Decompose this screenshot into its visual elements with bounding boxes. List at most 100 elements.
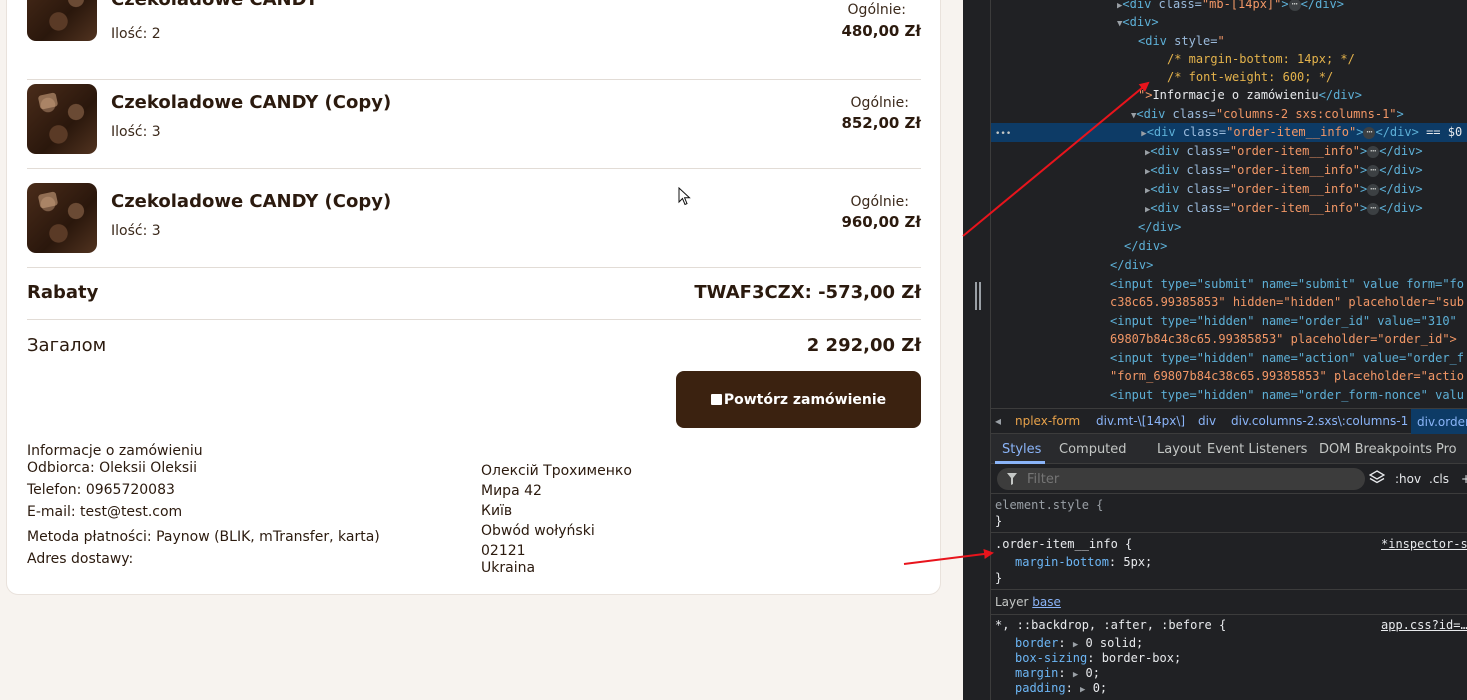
breadcrumb-item[interactable]: div.mt-\[14px\]	[1096, 414, 1185, 428]
email: E-mail: test@test.com	[27, 504, 183, 520]
devtools-splitter[interactable]	[963, 0, 991, 700]
expand-icon[interactable]: ▶	[1080, 685, 1085, 695]
item-title[interactable]: Czekoladowe CANDY (Copy)	[111, 191, 391, 212]
dom-node[interactable]: ">Informacje o zamówieniu</div>	[1138, 86, 1362, 105]
dom-node-selected[interactable]: ••• ▶<div class="order-item__info"> ⋯ </div…	[991, 123, 1467, 142]
item-quantity: Ilość: 2	[111, 26, 161, 42]
universal-selector[interactable]: *, ::backdrop, :after, :before {	[995, 617, 1226, 633]
item-quantity: Ilość: 3	[111, 124, 161, 140]
product-thumbnail[interactable]	[27, 183, 97, 253]
divider	[991, 614, 1467, 615]
tab-styles[interactable]: Styles	[1002, 442, 1041, 457]
dom-comment: /* margin-bottom: 14px; */	[1167, 52, 1355, 66]
breadcrumb-item[interactable]: div.columns-2.sxs\:columns-1	[1231, 414, 1408, 428]
order-info-heading: Informacje o zamówieniu	[27, 443, 203, 459]
dom-node[interactable]: ▶<div class="order-item__info"> ⋯ </div>	[1145, 142, 1423, 161]
ellipsis-icon[interactable]: ⋯	[1288, 0, 1301, 11]
address-line: Олексій Трохименко	[481, 463, 632, 479]
ellipsis-icon[interactable]: ⋯	[1367, 202, 1380, 215]
css-declaration[interactable]: margin-bottom: 5px;	[1015, 554, 1152, 570]
css-declaration[interactable]: box-sizing: border-box;	[1015, 650, 1181, 666]
rule-selector[interactable]: .order-item__info {	[995, 536, 1132, 552]
styles-pane: element.style { } .order-item__info { *i…	[991, 494, 1467, 700]
rule-source-link[interactable]: app.css?id=…	[1381, 617, 1467, 633]
dom-node[interactable]: <div style="	[1138, 32, 1225, 51]
drag-handle-icon[interactable]	[975, 282, 981, 310]
order-item: Czekoladowe CANDY (Copy) Ilość: 3 Ogólni…	[27, 70, 921, 169]
element-style-selector[interactable]: element.style {	[995, 497, 1103, 513]
css-declaration[interactable]: margin: ▶ 0;	[1015, 665, 1100, 681]
repeat-order-label: Powtórz zamówienie	[723, 391, 887, 408]
add-rule-icon[interactable]: +	[1461, 472, 1467, 486]
dom-node[interactable]: ▶<div class="mb-[14px]"> ⋯ </div>	[1117, 0, 1344, 14]
ellipsis-icon[interactable]: ⋯	[1367, 145, 1380, 158]
dom-node[interactable]: <input type="hidden" name="action" value…	[1110, 349, 1464, 368]
recipient: Odbiorca: Oleksii Oleksii	[27, 460, 197, 476]
css-declaration[interactable]: border: ▶ 0 solid;	[1015, 635, 1143, 651]
breadcrumb-item[interactable]: div	[1198, 414, 1216, 428]
layers-icon[interactable]	[1369, 470, 1385, 486]
elements-tree: ▶<div class="mb-[14px]"> ⋯ </div> ▼<div> <…	[991, 0, 1467, 405]
order-page: Czekoladowe CANDY Ilość: 2 Ogólnie: 480,…	[0, 0, 963, 700]
dom-node[interactable]: </div>	[1124, 237, 1167, 256]
breadcrumb: ◂ nplex-form div.mt-\[14px\] div div.col…	[991, 408, 1467, 435]
dom-node[interactable]: <input type="hidden" name="order_form-no…	[1110, 386, 1464, 405]
item-title[interactable]: Czekoladowe CANDY (Copy)	[111, 92, 391, 113]
item-total-label: Ogólnie:	[850, 194, 909, 210]
layer-label: Layer base	[995, 595, 1061, 609]
devtools-panel: ▶<div class="mb-[14px]"> ⋯ </div> ▼<div> <…	[963, 0, 1467, 700]
order-item: Czekoladowe CANDY Ilość: 2 Ogólnie: 480,…	[27, 0, 921, 80]
dom-node[interactable]: <input type="hidden" name="order_id" val…	[1110, 312, 1457, 331]
ellipsis-icon[interactable]: ⋯	[1367, 183, 1380, 196]
dom-node[interactable]: </div>	[1110, 256, 1153, 275]
address-line: Київ	[481, 503, 513, 519]
breadcrumb-item-active[interactable]: div.order	[1411, 409, 1467, 435]
total-value: 2 292,00 Zł	[806, 335, 921, 356]
ellipsis-icon[interactable]: ⋯	[1363, 126, 1376, 139]
dom-node-wrap: 69807b84c38c65.99385853" placeholder="or…	[1110, 332, 1457, 346]
phone: Telefon: 0965720083	[27, 482, 175, 498]
divider	[991, 589, 1467, 590]
dom-node[interactable]: ▶<div class="order-item__info"> ⋯ </div>	[1145, 161, 1423, 180]
expand-icon[interactable]: ▶	[1073, 640, 1078, 650]
dom-node-wrap: c38c65.99385853" hidden="hidden" placeho…	[1110, 295, 1465, 309]
tab-layout[interactable]: Layout	[1157, 442, 1201, 457]
expand-icon[interactable]: ▶	[1073, 670, 1078, 680]
rule-source-link[interactable]: *inspector-s	[1381, 536, 1467, 552]
item-total-label: Ogólnie:	[850, 95, 909, 111]
dom-node[interactable]: ▶<div class="order-item__info"> ⋯ </div>	[1145, 180, 1423, 199]
dom-node[interactable]: </div>	[1138, 218, 1181, 237]
layer-link[interactable]: base	[1032, 595, 1061, 609]
ellipsis-icon[interactable]: ⋯	[1367, 164, 1380, 177]
tab-properties[interactable]: Pro	[1436, 442, 1457, 457]
tab-event-listeners[interactable]: Event Listeners	[1207, 442, 1307, 457]
discounts-row: Rabaty TWAF3CZX: -573,00 Zł	[27, 268, 921, 320]
item-total: 480,00 Zł	[841, 22, 921, 40]
payment-method: Metoda płatności: Paynow (BLIK, mTransfe…	[27, 529, 380, 545]
breadcrumb-scroll-left-icon[interactable]: ◂	[995, 414, 1001, 428]
address-line: Obwód wołyński	[481, 523, 595, 539]
product-thumbnail[interactable]	[27, 0, 97, 41]
total-label: Загалом	[27, 335, 107, 356]
dom-node[interactable]: ▶<div class="order-item__info"> ⋯ </div>	[1145, 199, 1423, 218]
discounts-label: Rabaty	[27, 282, 99, 303]
tab-computed[interactable]: Computed	[1059, 442, 1127, 457]
tab-dom-breakpoints[interactable]: DOM Breakpoints	[1319, 442, 1432, 457]
rule-close: }	[995, 514, 1003, 528]
dom-node[interactable]: ▼<div>	[1117, 13, 1159, 32]
css-declaration[interactable]: padding: ▶ 0;	[1015, 680, 1107, 696]
dom-node[interactable]: ▼<div class="columns-2 sxs:columns-1">	[1131, 105, 1404, 124]
styles-filter-input[interactable]	[997, 468, 1365, 490]
styles-toolbar: :hov .cls +	[991, 464, 1467, 494]
hover-state-toggle[interactable]: :hov	[1395, 472, 1421, 486]
divider	[991, 532, 1467, 533]
item-title[interactable]: Czekoladowe CANDY	[111, 0, 318, 10]
product-thumbnail[interactable]	[27, 84, 97, 154]
breadcrumb-item[interactable]: nplex-form	[1015, 414, 1080, 428]
checkbox-square-icon	[710, 394, 722, 405]
class-toggle[interactable]: .cls	[1429, 472, 1449, 486]
mouse-cursor-icon	[678, 187, 691, 206]
repeat-order-button[interactable]: Powtórz zamówienie	[676, 371, 921, 428]
address-line: Мира 42	[481, 483, 542, 499]
dom-node[interactable]: <input type="submit" name="submit" value…	[1110, 275, 1464, 294]
